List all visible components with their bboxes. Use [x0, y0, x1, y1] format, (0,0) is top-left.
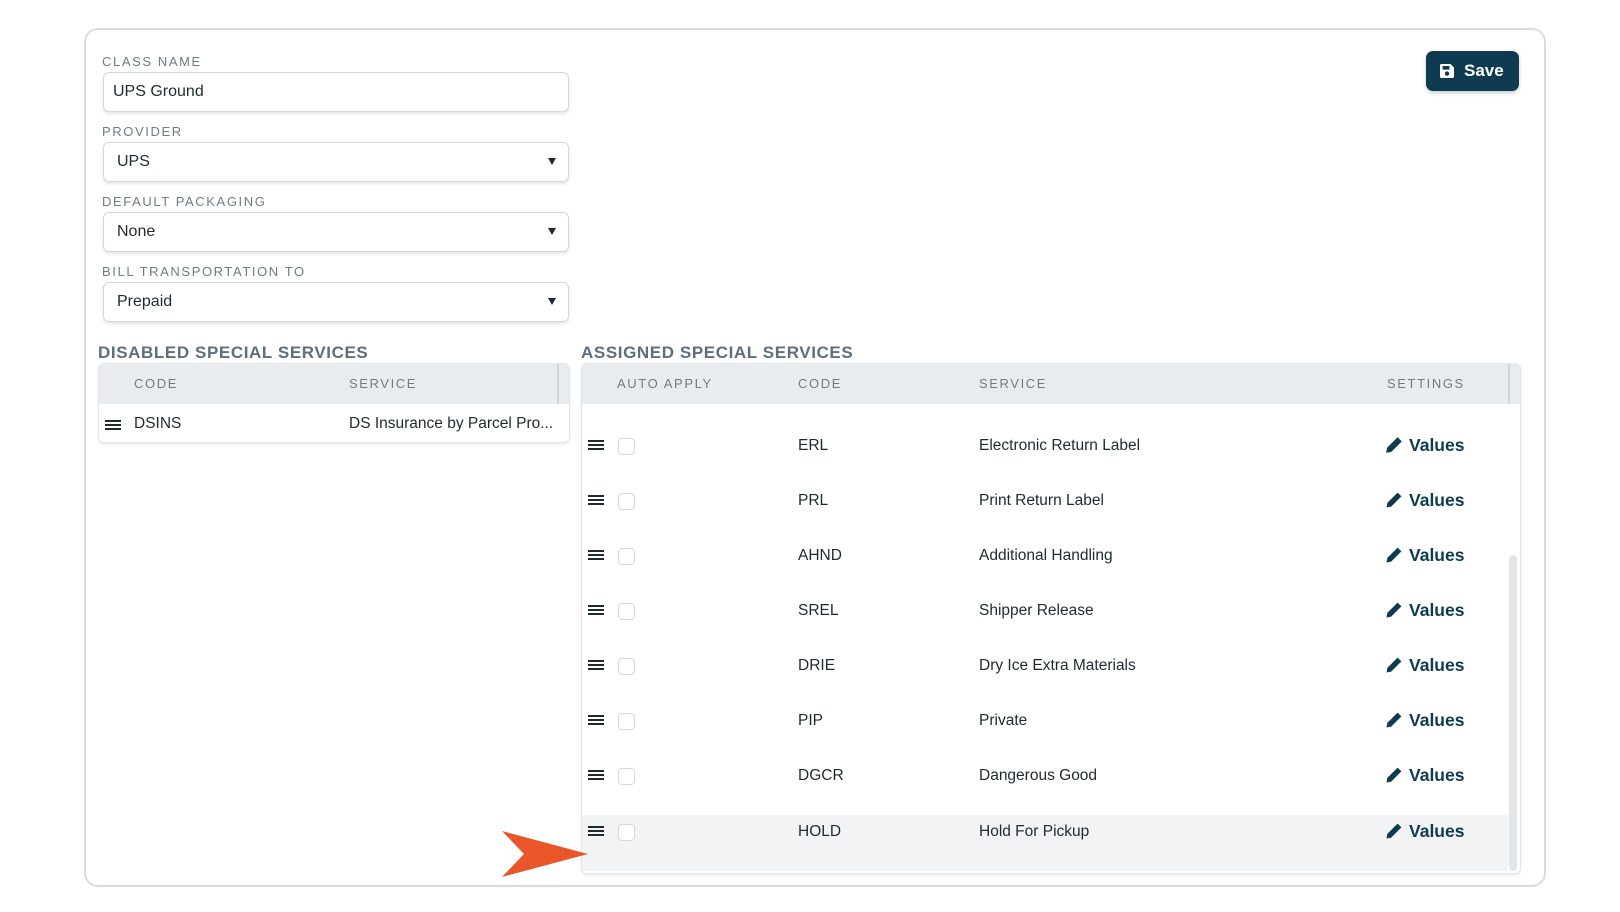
chevron-down-icon — [548, 228, 556, 235]
save-label: Save — [1464, 61, 1504, 80]
values-label: Values — [1409, 655, 1465, 675]
drag-handle-icon[interactable] — [588, 715, 604, 726]
row-service: Dangerous Good — [979, 767, 1098, 784]
row-code: SREL — [798, 602, 839, 619]
row-code: DGCR — [798, 767, 844, 784]
provider-value: UPS — [117, 153, 150, 170]
column-header-auto-apply: AUTO APPLY — [617, 376, 713, 391]
row-code: DSINS — [134, 415, 182, 432]
default-packaging-select[interactable]: None — [103, 212, 569, 252]
auto-apply-checkbox[interactable] — [618, 658, 635, 675]
drag-handle-icon[interactable] — [588, 495, 604, 506]
row-service: Electronic Return Label — [979, 437, 1141, 454]
values-label: Values — [1409, 765, 1465, 785]
values-label: Values — [1409, 490, 1465, 510]
column-resize-handle[interactable] — [557, 364, 559, 404]
column-header-service: SERVICE — [349, 376, 418, 391]
pencil-icon — [1386, 492, 1402, 508]
drag-handle-icon[interactable] — [588, 605, 604, 616]
row-service: Hold For Pickup — [979, 823, 1090, 840]
row-code: AHND — [798, 547, 842, 564]
vertical-scrollbar[interactable] — [1509, 555, 1517, 871]
values-label: Values — [1409, 600, 1465, 620]
class-name-label: CLASS NAME — [102, 54, 202, 69]
auto-apply-checkbox[interactable] — [618, 603, 635, 620]
assigned-services-title: ASSIGNED SPECIAL SERVICES — [581, 343, 854, 362]
drag-handle-icon[interactable] — [588, 826, 604, 837]
row-code: PIP — [798, 712, 823, 729]
row-code: PRL — [798, 492, 829, 509]
save-button[interactable]: Save — [1426, 51, 1519, 91]
default-packaging-value: None — [117, 223, 156, 240]
auto-apply-checkbox[interactable] — [618, 493, 635, 510]
pencil-icon — [1386, 437, 1402, 453]
provider-label: PROVIDER — [102, 124, 183, 139]
annotation-arrow-icon — [502, 831, 588, 877]
bill-transportation-select[interactable]: Prepaid — [103, 282, 569, 322]
auto-apply-checkbox[interactable] — [618, 824, 635, 841]
row-code: DRIE — [798, 657, 836, 674]
assigned-services-table: AUTO APPLY CODE SERVICE SETTINGS ERL Ele… — [581, 363, 1521, 874]
floppy-disk-icon — [1440, 64, 1454, 78]
column-header-code: CODE — [798, 376, 842, 391]
pencil-icon — [1386, 823, 1402, 839]
pencil-icon — [1386, 712, 1402, 728]
column-header-service: SERVICE — [979, 376, 1048, 391]
bill-transportation-label: BILL TRANSPORTATION TO — [102, 264, 306, 279]
auto-apply-checkbox[interactable] — [618, 438, 635, 455]
row-service: Shipper Release — [979, 602, 1094, 619]
pencil-icon — [1386, 767, 1402, 783]
values-label: Values — [1409, 821, 1465, 841]
row-service: Dry Ice Extra Materials — [979, 657, 1136, 674]
provider-select[interactable]: UPS — [103, 142, 569, 182]
disabled-services-table: CODE SERVICE DSINS DS Insurance by Parce… — [98, 363, 570, 443]
disabled-services-header: CODE SERVICE — [99, 364, 569, 404]
bill-transportation-value: Prepaid — [117, 293, 173, 310]
pencil-icon — [1386, 657, 1402, 673]
values-label: Values — [1409, 435, 1465, 455]
row-service: Print Return Label — [979, 492, 1104, 509]
class-name-input[interactable]: UPS Ground — [103, 72, 569, 112]
column-resize-handle[interactable] — [1508, 364, 1510, 404]
row-code: HOLD — [798, 823, 842, 840]
chevron-down-icon — [548, 298, 556, 305]
row-service: Additional Handling — [979, 547, 1113, 564]
row-service: Private — [979, 712, 1028, 729]
column-header-settings: SETTINGS — [1387, 376, 1465, 391]
class-name-value: UPS Ground — [113, 83, 204, 100]
disabled-services-title: DISABLED SPECIAL SERVICES — [98, 343, 369, 362]
row-service: DS Insurance by Parcel Pro... — [349, 415, 554, 432]
auto-apply-checkbox[interactable] — [618, 768, 635, 785]
auto-apply-checkbox[interactable] — [618, 713, 635, 730]
drag-handle-icon[interactable] — [588, 660, 604, 671]
drag-handle-icon[interactable] — [105, 420, 121, 431]
drag-handle-icon[interactable] — [588, 770, 604, 781]
auto-apply-checkbox[interactable] — [618, 548, 635, 565]
chevron-down-icon — [548, 158, 556, 165]
values-label: Values — [1409, 545, 1465, 565]
default-packaging-label: DEFAULT PACKAGING — [102, 194, 267, 209]
values-label: Values — [1409, 710, 1465, 730]
pencil-icon — [1386, 547, 1402, 563]
drag-handle-icon[interactable] — [588, 550, 604, 561]
row-code: ERL — [798, 437, 829, 454]
drag-handle-icon[interactable] — [588, 440, 604, 451]
column-header-code: CODE — [134, 376, 178, 391]
pencil-icon — [1386, 602, 1402, 618]
assigned-services-header: AUTO APPLY CODE SERVICE SETTINGS — [582, 364, 1520, 404]
